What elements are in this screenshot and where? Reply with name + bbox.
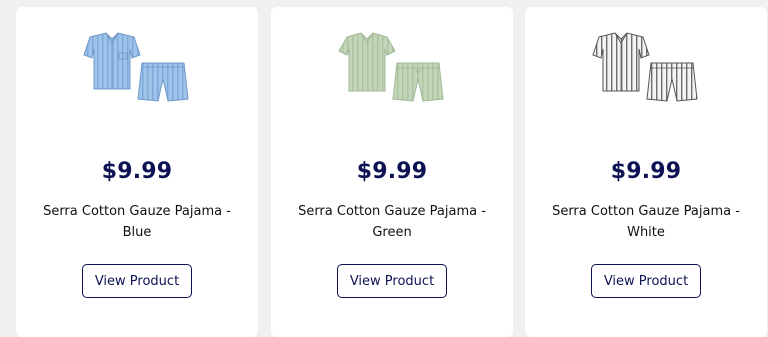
product-price: $9.99 <box>101 159 173 184</box>
product-name[interactable]: Serra Cotton Gauze Pajama - Green <box>291 201 493 243</box>
product-card: $9.99 Serra Cotton Gauze Pajama - White … <box>525 7 767 337</box>
product-name[interactable]: Serra Cotton Gauze Pajama - Blue <box>36 201 238 243</box>
product-price: $9.99 <box>356 159 428 184</box>
view-product-button[interactable]: View Product <box>82 264 192 298</box>
pajama-image[interactable] <box>72 27 202 107</box>
pajama-image[interactable] <box>581 27 711 107</box>
product-grid: $9.99 Serra Cotton Gauze Pajama - Blue V… <box>0 0 768 337</box>
view-product-button[interactable]: View Product <box>591 264 701 298</box>
product-price: $9.99 <box>610 159 682 184</box>
product-name[interactable]: Serra Cotton Gauze Pajama - White <box>545 201 747 243</box>
product-card: $9.99 Serra Cotton Gauze Pajama - Green … <box>271 7 513 337</box>
pajama-image[interactable] <box>327 27 457 107</box>
view-product-button[interactable]: View Product <box>337 264 447 298</box>
product-card: $9.99 Serra Cotton Gauze Pajama - Blue V… <box>16 7 258 337</box>
